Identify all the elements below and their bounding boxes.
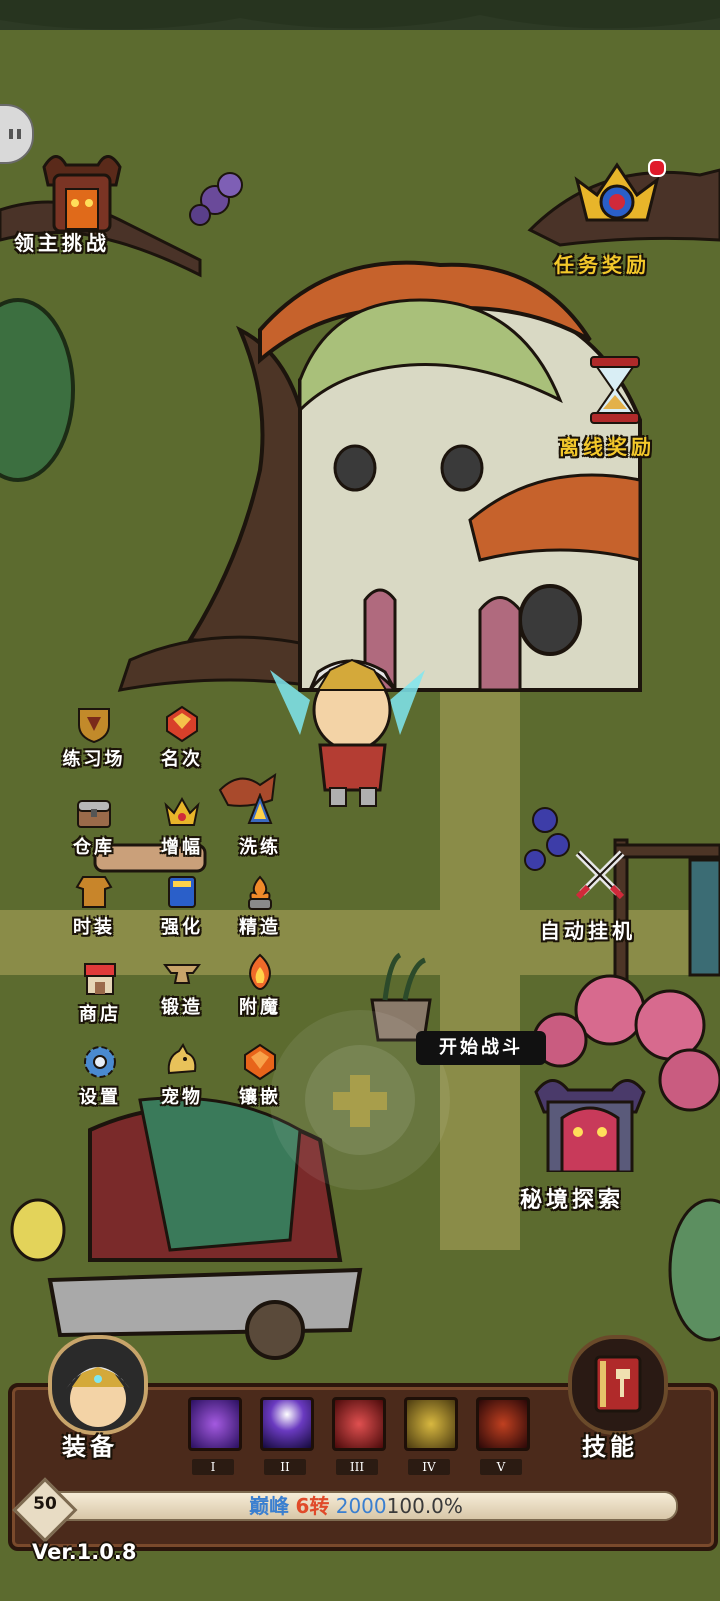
skill-slot-1-numeral: I [192, 1459, 234, 1475]
version-label: Ver.1.0.8 [32, 1540, 137, 1564]
shield-icon [75, 705, 113, 744]
task-reward-button[interactable]: 任务奖励 [550, 155, 690, 280]
equipment-button[interactable]: 装备 [40, 1335, 150, 1465]
menu-settings[interactable]: 设置 [62, 1043, 138, 1123]
demon-portal-icon [532, 1072, 648, 1174]
experience-bar: 巅峰 6转 2000100.0% [34, 1491, 678, 1521]
menu-fashion[interactable]: 时装 [56, 873, 132, 953]
skill-slot-4-numeral: IV [408, 1459, 450, 1475]
demon-gate-icon [36, 145, 128, 235]
offline-reward-label: 离线奖励 [559, 435, 655, 459]
menu-warehouse[interactable]: 仓库 [56, 793, 132, 873]
menu-amplify[interactable]: 增幅 [144, 793, 220, 873]
crystal-icon [241, 792, 279, 831]
menu-refine[interactable]: 洗练 [222, 792, 298, 873]
notification-dot [648, 159, 666, 177]
hero-avatar [48, 1335, 148, 1435]
level-number: 50 [33, 1494, 57, 1514]
shop-icon [81, 960, 119, 998]
menu-forge[interactable]: 锻造 [144, 953, 220, 1033]
menu-craft[interactable]: 精造 [222, 873, 298, 953]
pause-icon [8, 126, 24, 140]
menu-practice[interactable]: 练习场 [56, 705, 132, 785]
crown-icon [163, 793, 201, 831]
skill-slot-5-numeral: V [480, 1459, 522, 1475]
menu-inlay[interactable]: 镶嵌 [222, 1043, 298, 1123]
fire-icon [241, 953, 279, 991]
skill-slot-5[interactable] [476, 1397, 530, 1451]
skill-slot-3[interactable] [332, 1397, 386, 1451]
gear-icon [81, 1043, 119, 1081]
skill-slot-3-numeral: III [336, 1459, 378, 1475]
menu-ranking[interactable]: 名次 [144, 705, 220, 785]
book-icon [163, 873, 201, 911]
secret-explore-button[interactable]: 秘境探索 [518, 1072, 668, 1217]
skill-slot-1[interactable] [188, 1397, 242, 1451]
skill-slot-2[interactable] [260, 1397, 314, 1451]
menu-pet[interactable]: 宠物 [144, 1043, 220, 1123]
auto-idle-label: 自动挂机 [540, 919, 636, 943]
auto-idle-button[interactable]: 自动挂机 [538, 845, 668, 945]
dragon-icon [163, 1043, 201, 1081]
skill-slot-2-numeral: II [264, 1459, 306, 1475]
menu-shop[interactable]: 商店 [62, 960, 138, 1040]
anvil-icon [163, 953, 201, 991]
boss-challenge-label: 领主挑战 [14, 231, 110, 255]
skills-label: 技能 [582, 1433, 638, 1461]
spellbook-icon [568, 1335, 668, 1435]
secret-explore-label: 秘境探索 [520, 1188, 625, 1213]
offline-reward-button[interactable]: 离线奖励 [555, 355, 690, 465]
skill-slot-4[interactable] [404, 1397, 458, 1451]
experience-text: 巅峰 6转 2000100.0% [249, 1494, 463, 1518]
boss-challenge-button[interactable]: 领主挑战 [10, 145, 150, 260]
chest-icon [75, 793, 113, 831]
crossed-swords-icon [570, 845, 630, 905]
skills-button[interactable]: 技能 [562, 1335, 672, 1465]
brazier-icon [241, 873, 279, 911]
armor-icon [75, 873, 113, 911]
menu-enhance[interactable]: 强化 [144, 873, 220, 953]
equipment-label: 装备 [62, 1433, 118, 1461]
start-battle-label: 开始战斗 [439, 1037, 523, 1058]
hourglass-icon [587, 355, 643, 425]
start-battle-tooltip[interactable]: 开始战斗 [416, 1031, 546, 1065]
task-reward-label: 任务奖励 [554, 253, 650, 277]
gem-icon [241, 1043, 279, 1081]
ruby-icon [163, 705, 201, 743]
menu-enchant[interactable]: 附魔 [222, 953, 298, 1033]
